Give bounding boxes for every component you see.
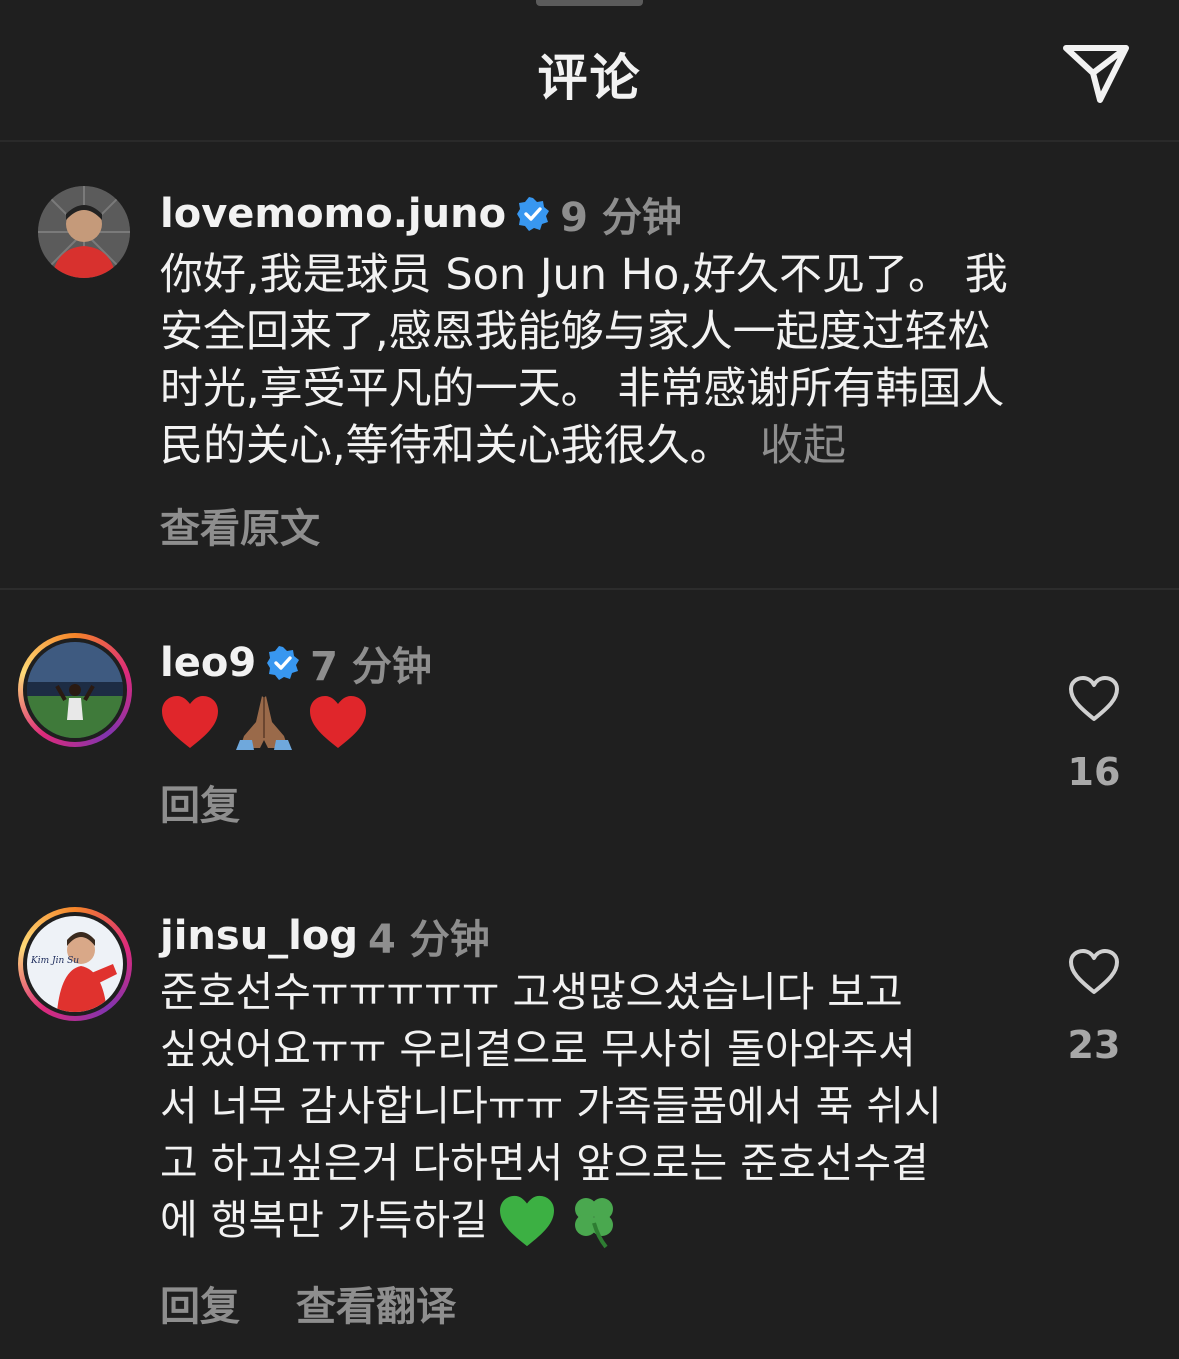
avatar-story-ring[interactable] [18, 633, 132, 747]
comment-time: 7 分钟 [310, 644, 432, 690]
view-original-link[interactable]: 查看原文 [160, 496, 320, 554]
comment-meta: leo9 7 分钟 [160, 634, 432, 692]
comment-meta: jinsu_log 4 分钟 [160, 907, 490, 965]
comment-time: 9 分钟 [560, 195, 682, 241]
comment-line: 싶었어요ㅠㅠ 우리곁으로 무사히 돌아와주셔 [160, 1025, 916, 1073]
header: 评论 [0, 0, 1179, 142]
divider [0, 588, 1179, 590]
comment-line: 你好,我是球员 Son Jun Ho,好久不见了。 我 [160, 250, 1008, 300]
comment-line: 준호선수ㅠㅠㅠㅠㅠ 고생많으셨습니다 보고 [160, 968, 903, 1016]
comment-line: 安全回来了,感恩我能够与家人一起度过轻松 [160, 307, 991, 357]
comment-line: 时光,享受平凡的一天。 非常感谢所有韩国人 [160, 364, 1005, 414]
username[interactable]: jinsu_log [160, 913, 358, 959]
red-heart-icon [162, 696, 218, 748]
verified-badge-icon [267, 646, 300, 680]
comment-text: 你好,我是球员 Son Jun Ho,好久不见了。 我 安全回来了,感恩我能够与… [160, 247, 1130, 475]
verified-badge-icon [517, 197, 550, 231]
like-count: 16 [1067, 750, 1121, 794]
like-count: 23 [1067, 1023, 1121, 1067]
avatar-photo [27, 642, 123, 738]
avatar-signature: Kim Jin Su [31, 956, 80, 966]
comment-line: 에 행복만 가득하길 [160, 1196, 488, 1244]
avatar[interactable] [38, 186, 130, 278]
comment-line: 서 너무 감사합니다ㅠㅠ 가족들품에서 푹 쉬시 [160, 1082, 942, 1130]
comment-time: 4 分钟 [368, 917, 490, 963]
comment-meta: lovemomo.juno 9 分钟 [160, 185, 682, 243]
green-heart-icon [499, 1195, 554, 1246]
comment-emoji-row [160, 690, 368, 754]
page-title: 评论 [537, 49, 642, 107]
comment-line: 고 하고싶은거 다하면서 앞으로는 준호선수곁 [160, 1139, 929, 1187]
comment-text: 준호선수ㅠㅠㅠㅠㅠ 고생많으셨습니다 보고 싶었어요ㅠㅠ 우리곁으로 무사히 돌… [160, 964, 1040, 1249]
four-leaf-clover-icon [574, 1197, 613, 1248]
see-translation-link[interactable]: 查看翻译 [296, 1274, 456, 1332]
username[interactable]: lovemomo.juno [160, 191, 506, 237]
avatar: Kim Jin Su [27, 916, 123, 1012]
send-icon[interactable] [1060, 40, 1132, 106]
reply-link[interactable]: 回复 [160, 1274, 240, 1332]
like-heart-icon[interactable] [1068, 948, 1120, 996]
username[interactable]: leo9 [160, 640, 256, 686]
avatar [27, 642, 123, 738]
comment-line: 民的关心,等待和关心我很久。 [160, 421, 733, 471]
collapse-link[interactable]: 收起 [760, 421, 846, 471]
avatar-photo [38, 186, 130, 278]
red-heart-icon [310, 696, 366, 748]
like-heart-icon[interactable] [1068, 675, 1120, 723]
folded-hands-icon [236, 696, 292, 750]
avatar-story-ring[interactable]: Kim Jin Su [18, 907, 132, 1021]
reply-link[interactable]: 回复 [160, 773, 240, 831]
